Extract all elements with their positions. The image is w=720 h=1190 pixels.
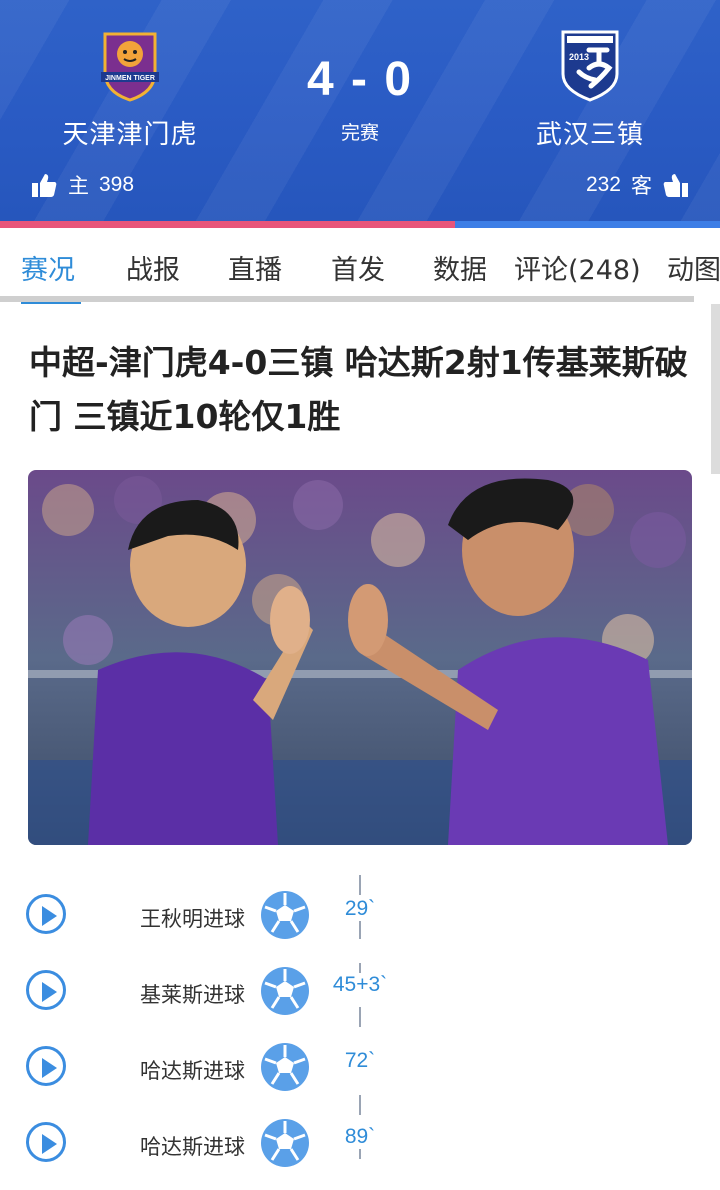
svg-text:JINMEN TIGER: JINMEN TIGER <box>105 75 155 82</box>
home-like-count: 398 <box>99 173 135 196</box>
tab-gifs[interactable]: 动图 <box>667 248 720 287</box>
away-like-button[interactable]: 232 客 <box>586 170 690 200</box>
home-team[interactable]: JINMEN TIGER 天津津门虎 <box>30 28 230 151</box>
soccer-ball-icon <box>261 891 309 939</box>
event-minute: 89` <box>330 1125 390 1149</box>
event-label: 王秋明进球 <box>140 907 245 931</box>
home-team-logo: JINMEN TIGER <box>101 32 159 102</box>
article-headline[interactable]: 中超-津门虎4-0三镇 哈达斯2射1传基莱斯破门 三镇近10轮仅1胜 <box>29 336 689 444</box>
play-icon[interactable] <box>26 970 66 1010</box>
event-label: 哈达斯进球 <box>140 1059 245 1083</box>
away-team-name: 武汉三镇 <box>535 120 644 150</box>
match-page: JINMEN TIGER 天津津门虎 4 - 0 完赛 2013 武汉三镇 主 … <box>0 0 720 1190</box>
home-team-name: 天津津门虎 <box>62 120 198 150</box>
tab-stats[interactable]: 数据 <box>433 248 487 287</box>
event-label: 基莱斯进球 <box>140 983 245 1007</box>
soccer-ball-icon <box>261 1043 309 1091</box>
event-minute: 29` <box>330 897 390 921</box>
match-photo-illustration <box>28 470 692 845</box>
match-header: JINMEN TIGER 天津津门虎 4 - 0 完赛 2013 武汉三镇 主 … <box>0 0 720 222</box>
thumbs-up-icon <box>32 174 57 197</box>
play-icon[interactable] <box>26 1122 66 1162</box>
tab-bar: 赛况 战报 直播 首发 数据 评论(248) 动图 <box>0 228 720 304</box>
scrollbar[interactable] <box>711 304 720 474</box>
tab-match-status[interactable]: 赛况 <box>21 248 75 287</box>
tab-comments[interactable]: 评论(248) <box>514 248 641 287</box>
goal-timeline: 王秋明进球 29` 基莱斯进球 45+3` 哈达斯进球 72` 哈达斯进球 89… <box>0 875 720 1190</box>
away-like-label: 客 <box>631 174 652 198</box>
away-team[interactable]: 2013 武汉三镇 <box>490 28 690 151</box>
home-like-share-fill <box>0 221 456 228</box>
tab-lineup[interactable]: 首发 <box>331 248 385 287</box>
away-like-share-fill <box>455 221 720 228</box>
soccer-ball-icon <box>261 967 309 1015</box>
play-icon[interactable] <box>26 894 66 934</box>
tab-live[interactable]: 直播 <box>228 248 282 287</box>
timeline-event: 王秋明进球 29` <box>0 875 720 939</box>
svg-text:2013: 2013 <box>569 52 589 62</box>
tab-report[interactable]: 战报 <box>126 248 180 287</box>
event-label: 哈达斯进球 <box>140 1135 245 1159</box>
timeline-event: 哈达斯进球 72` <box>0 1027 720 1091</box>
match-status: 完赛 <box>340 122 379 144</box>
timeline-event: 哈达斯进球 89` <box>0 1103 720 1167</box>
thumbs-up-icon <box>663 174 688 197</box>
timeline-event: 基莱斯进球 45+3` <box>0 951 720 1015</box>
article-photo[interactable] <box>28 470 692 845</box>
event-minute: 45+3` <box>330 973 390 997</box>
play-icon[interactable] <box>26 1046 66 1086</box>
event-minute: 72` <box>330 1049 390 1073</box>
tab-divider <box>0 296 694 302</box>
home-like-label: 主 <box>68 174 89 198</box>
away-team-logo: 2013 <box>561 30 619 102</box>
match-score: 4 - 0 <box>306 53 414 106</box>
away-like-count: 232 <box>585 173 621 196</box>
soccer-ball-icon <box>261 1119 309 1167</box>
like-ratio-bar <box>0 221 720 228</box>
home-like-button[interactable]: 主 398 <box>30 170 134 200</box>
